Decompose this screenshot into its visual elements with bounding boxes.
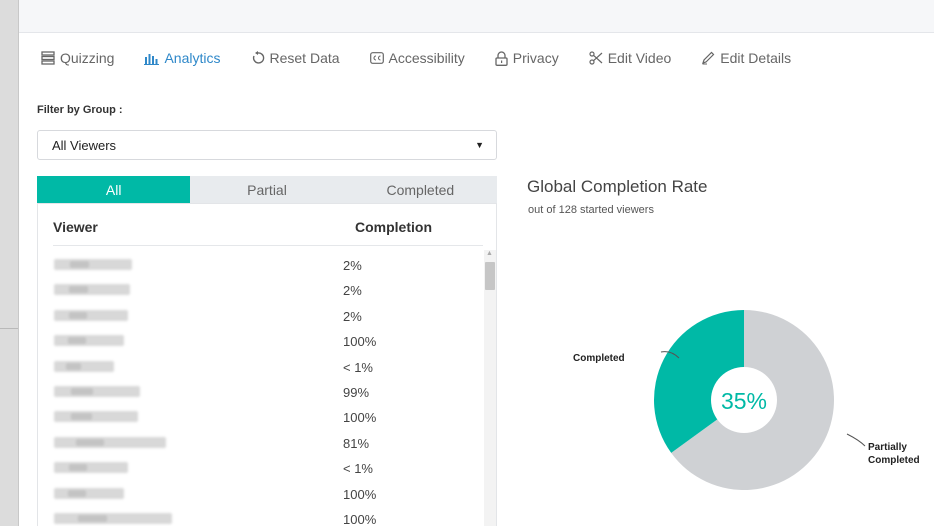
viewer-name-redacted [54,512,172,524]
viewer-rows: 2% 2% 2% 100% < 1% 99% 100% 81% < 1% 100… [38,254,483,526]
segment-partial[interactable]: Partial [190,176,344,203]
completed-label: Completed [573,353,625,364]
viewer-name-redacted [54,309,128,321]
viewer-name-redacted [54,385,140,397]
pencil-icon [702,51,715,65]
analytics-icon [144,54,160,65]
table-row[interactable]: 2% [38,305,483,330]
column-header-viewer[interactable]: Viewer [53,219,98,235]
group-filter-value: All Viewers [52,137,117,153]
reset-icon [252,51,264,64]
table-row[interactable]: < 1% [38,457,483,482]
completion-value: 81% [343,435,370,451]
completion-value: 99% [343,384,370,400]
table-row[interactable]: 100% [38,406,483,431]
partially-label-line1: Partially [868,442,907,453]
completion-value: < 1% [343,461,373,477]
tab-reset-data-label: Reset Data [269,50,340,66]
partially-label-line2: Completed [868,455,920,466]
completion-donut-chart: 35% Completed Partially Completed [573,310,920,490]
video-settings-panel: Quizzing Analytics Reset Data Accessibil… [18,0,934,526]
completion-value: 100% [343,511,377,526]
captions-icon [369,52,384,64]
settings-toolbar: Quizzing Analytics Reset Data Accessibil… [19,32,934,84]
table-row[interactable]: 81% [38,432,483,457]
viewer-name-redacted [54,335,124,347]
chart-title: Global Completion Rate [527,177,708,196]
tab-privacy-label: Privacy [512,50,559,66]
viewer-name-redacted [54,411,138,423]
tab-edit-video-label: Edit Video [607,50,672,66]
completion-value: < 1% [343,359,373,375]
viewer-name-redacted [54,259,132,270]
table-row[interactable]: 99% [38,381,483,406]
table-row[interactable]: < 1% [38,356,483,381]
column-header-completion[interactable]: Completion [355,219,432,235]
table-row[interactable]: 2% [38,254,483,279]
viewer-name-redacted [54,436,166,448]
header-divider [53,245,483,246]
partial-leader-line [846,433,866,447]
tab-edit-details[interactable]: Edit Details [701,50,791,66]
filter-group-label: Filter by Group : [37,104,123,116]
scrollbar-thumb[interactable] [485,262,495,290]
completion-value: 100% [343,410,377,426]
panel-header-strip [19,0,934,33]
scroll-up-icon[interactable]: ▲ [486,250,493,257]
table-scrollbar[interactable]: ▲ [484,250,496,526]
tab-quizzing[interactable]: Quizzing [41,50,114,66]
viewer-name-redacted [54,462,128,474]
table-row[interactable]: 100% [38,508,483,526]
center-percentage: 35% [721,388,767,414]
completion-value: 100% [343,486,377,502]
viewer-name-redacted [54,360,114,372]
caret-down-icon: ▼ [475,140,484,150]
tab-privacy[interactable]: Privacy [495,50,559,66]
tab-edit-details-label: Edit Details [720,50,792,66]
group-filter-select[interactable]: All Viewers ▼ [37,130,497,160]
chart-subtitle: out of 128 started viewers [528,204,654,216]
completion-value: 100% [343,334,377,350]
completion-value: 2% [343,283,362,299]
tab-analytics[interactable]: Analytics [144,50,221,66]
table-row[interactable]: 2% [38,279,483,304]
viewer-name-redacted [54,284,130,296]
viewer-name-redacted [54,487,124,499]
tab-accessibility[interactable]: Accessibility [369,50,465,66]
scissors-icon [589,51,603,65]
lock-icon [495,50,508,66]
completion-filter-tabs: All Partial Completed [37,176,497,203]
completion-value: 2% [343,308,362,324]
tab-quizzing-label: Quizzing [60,50,115,66]
tab-edit-video[interactable]: Edit Video [589,50,672,66]
completion-value: 2% [343,258,362,273]
quizzing-icon [41,51,55,65]
table-row[interactable]: 100% [38,483,483,508]
segment-all[interactable]: All [37,176,191,203]
viewer-table: Viewer Completion 2% 2% 2% 100% < 1% 99%… [37,203,497,526]
tab-analytics-label: Analytics [164,50,221,66]
segment-completed[interactable]: Completed [343,176,497,203]
tab-reset-data[interactable]: Reset Data [251,50,340,66]
table-row[interactable]: 100% [38,330,483,355]
tab-accessibility-label: Accessibility [388,50,465,66]
